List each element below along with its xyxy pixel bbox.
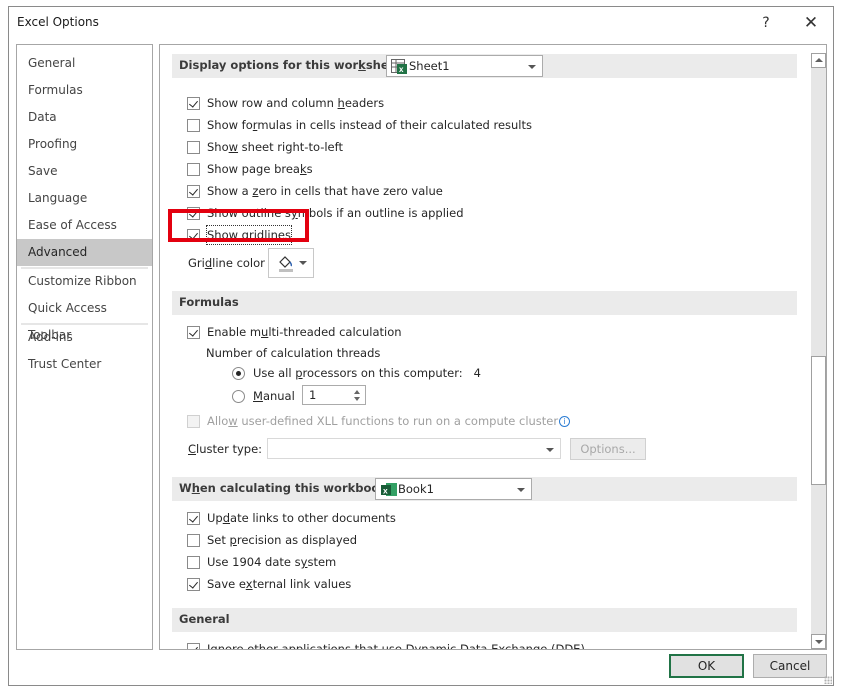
svg-text:x: x [383,486,388,496]
excel-options-dialog: Excel Options ? ✕ General Formulas Data … [8,6,834,686]
threads-label: Number of calculation threads [206,346,381,360]
radio-button[interactable] [232,367,245,380]
checkbox[interactable] [187,141,200,154]
checkbox[interactable] [187,512,200,525]
sidebar-item-customize-ribbon[interactable]: Customize Ribbon [17,268,152,295]
checkbox[interactable] [187,207,200,220]
checkbox[interactable] [187,163,200,176]
sidebar-item-add-ins[interactable]: Add-ins [17,324,152,351]
checkbox[interactable] [187,578,200,591]
section-header-display-worksheet: Display options for this worksheet: x Sh… [172,54,797,78]
checkbox[interactable] [187,415,200,428]
checkbox[interactable] [187,229,200,242]
checkbox[interactable] [187,119,200,132]
checkbox[interactable] [187,556,200,569]
gridline-color-label: Gridline color [188,256,265,270]
sidebar-item-ease-of-access[interactable]: Ease of Access [17,212,152,239]
sidebar-item-advanced[interactable]: Advanced [17,239,152,266]
sidebar-nav: General Formulas Data Proofing Save Lang… [16,44,153,650]
help-button[interactable]: ? [751,11,781,35]
cluster-type-label: Cluster type: [188,442,263,456]
paint-bucket-icon [279,256,293,272]
resize-grip-icon[interactable] [824,676,832,684]
ok-button[interactable]: OK [669,654,744,678]
svg-text:x: x [399,65,404,74]
checkbox[interactable] [187,185,200,198]
chevron-down-icon [528,65,536,69]
section-header-workbook: When calculating this workbook: x Book1 [172,477,797,501]
sidebar-item-language[interactable]: Language [17,185,152,212]
processor-count: 4 [473,366,481,380]
scrollbar-thumb[interactable] [811,356,826,486]
spin-down-icon[interactable] [354,397,360,401]
cluster-options-button[interactable]: Options... [570,438,646,460]
section-header-formulas: Formulas [172,291,797,315]
chevron-down-icon [546,448,554,452]
chevron-down-icon [517,488,525,492]
manual-threads-spinner[interactable]: 1 [302,385,366,405]
worksheet-icon: x [391,59,407,74]
scroll-down-icon[interactable] [811,634,826,649]
close-button[interactable]: ✕ [796,11,826,35]
sidebar-item-general[interactable]: General [17,50,152,77]
checkbox[interactable] [187,534,200,547]
section-header-general: General [172,608,797,632]
cancel-button[interactable]: Cancel [753,654,827,678]
scroll-up-icon[interactable] [811,53,826,68]
sidebar-item-data[interactable]: Data [17,104,152,131]
sidebar-item-quick-access-toolbar[interactable]: Quick Access Toolbar [17,295,152,342]
worksheet-select[interactable]: x Sheet1 [386,55,543,77]
info-icon[interactable]: i [559,416,571,427]
cluster-type-select[interactable] [267,438,561,459]
chevron-down-icon [299,261,307,265]
sidebar-item-formulas[interactable]: Formulas [17,77,152,104]
spin-up-icon[interactable] [354,390,360,394]
sidebar-item-proofing[interactable]: Proofing [17,131,152,158]
worksheet-select-value: Sheet1 [409,59,450,73]
sidebar-item-trust-center[interactable]: Trust Center [17,351,152,378]
sidebar-item-save[interactable]: Save [17,158,152,185]
excel-workbook-icon: x [381,483,397,496]
checkbox[interactable] [187,97,200,110]
dialog-title: Excel Options [17,15,99,29]
advanced-options-pane: Display options for this worksheet: x Sh… [159,44,827,650]
workbook-select-value: Book1 [398,482,434,496]
checkbox[interactable] [187,643,200,649]
gridline-color-button[interactable] [268,248,314,278]
workbook-select[interactable]: x Book1 [375,478,532,500]
radio-button[interactable] [232,390,245,403]
title-bar: Excel Options ? ✕ [9,7,833,41]
checkbox[interactable] [187,326,200,339]
vertical-scrollbar[interactable] [811,53,826,649]
